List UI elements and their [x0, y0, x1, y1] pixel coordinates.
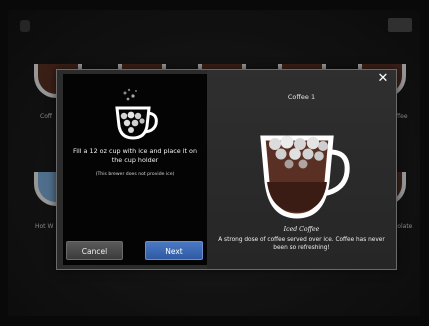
cancel-button[interactable]: Cancel [66, 241, 123, 260]
instruction-text: Fill a 12 oz cup with ice and place it o… [72, 147, 198, 164]
instruction-panel: Fill a 12 oz cup with ice and place it o… [63, 74, 207, 265]
coffee-info-panel: ✕ Coffee 1 Iced Coffee A strong dose of … [207, 70, 396, 269]
coffee-description: A strong dose of coffee served over ice.… [218, 237, 385, 251]
coffee-name: Iced Coffee [283, 226, 320, 233]
brew-dialog: Fill a 12 oz cup with ice and place it o… [56, 69, 397, 270]
next-button[interactable]: Next [145, 241, 203, 260]
instruction-note: (This brewer does not provide ice) [95, 172, 175, 177]
coffee-title: Coffee 1 [287, 93, 316, 101]
iced-cup-icon [115, 88, 158, 140]
iced-coffee-cup-icon [260, 135, 350, 219]
close-icon[interactable]: ✕ [376, 72, 390, 86]
